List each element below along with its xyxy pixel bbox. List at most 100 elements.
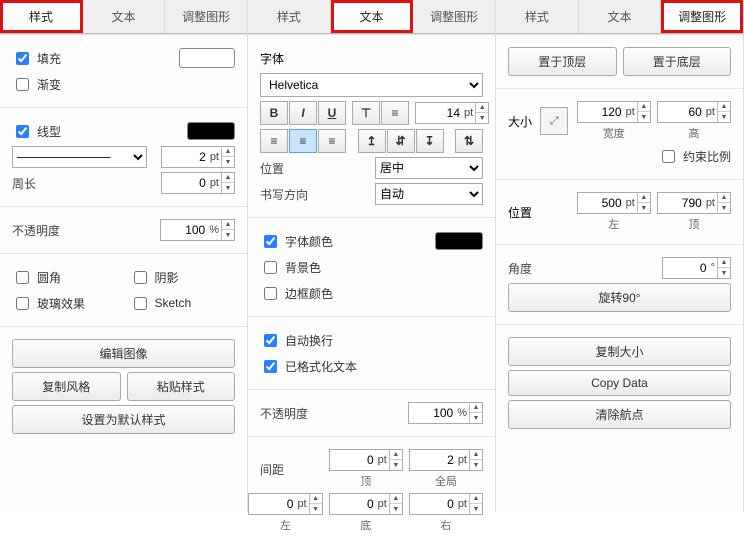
line-swatch[interactable] bbox=[187, 122, 235, 140]
position-label: 位置 bbox=[260, 160, 369, 177]
wrap-checkbox[interactable] bbox=[264, 334, 277, 347]
clear-waypoints-button[interactable]: 清除航点 bbox=[508, 400, 731, 429]
perimeter-stepper[interactable]: pt ▲▼ bbox=[161, 172, 235, 194]
set-default-button[interactable]: 设置为默认样式 bbox=[12, 405, 235, 434]
sp-top-input[interactable] bbox=[330, 450, 376, 470]
writing-select[interactable]: 自动 bbox=[375, 183, 483, 205]
glass-label: 玻璃效果 bbox=[37, 295, 85, 312]
constrain-label: 约束比例 bbox=[683, 148, 731, 165]
sketch-checkbox[interactable] bbox=[134, 297, 147, 310]
font-select[interactable]: Helvetica bbox=[260, 73, 483, 97]
bold-button[interactable]: B bbox=[260, 101, 288, 125]
line-width-stepper[interactable]: pt ▲▼ bbox=[161, 146, 235, 168]
underline-button[interactable]: U bbox=[318, 101, 346, 125]
width-input[interactable] bbox=[578, 102, 624, 122]
tab-text-2[interactable]: 文本 bbox=[331, 0, 414, 33]
pos-label: 位置 bbox=[508, 204, 532, 221]
line-checkbox[interactable] bbox=[16, 125, 29, 138]
valign-top-button[interactable]: ⊤ bbox=[352, 101, 380, 125]
constrain-checkbox[interactable] bbox=[662, 150, 675, 163]
shadow-checkbox[interactable] bbox=[134, 271, 147, 284]
edit-image-button[interactable]: 编辑图像 bbox=[12, 339, 235, 368]
size-label: 大小 bbox=[508, 113, 532, 130]
autosize-icon[interactable]: ⤢ bbox=[540, 107, 568, 135]
tabs-3: 样式 文本 调整图形 bbox=[496, 0, 743, 34]
tab-style-3[interactable]: 样式 bbox=[496, 0, 579, 33]
fontcolor-label: 字体颜色 bbox=[285, 233, 333, 250]
step-down-icon[interactable]: ▼ bbox=[222, 157, 234, 167]
opacity1-input[interactable] bbox=[161, 220, 207, 240]
valign-mid-button[interactable]: ≡ bbox=[381, 101, 409, 125]
sp-right-input[interactable] bbox=[410, 494, 456, 514]
tabs-1: 样式 文本 调整图形 bbox=[0, 0, 247, 34]
align-right-button[interactable]: ≡ bbox=[318, 129, 346, 153]
to-back-button[interactable]: 置于底层 bbox=[623, 47, 732, 76]
arrange-panel: 样式 文本 调整图形 置于顶层 置于底层 大小 ⤢ pt▲▼ 宽度 pt▲▼ 高 bbox=[496, 0, 744, 512]
tab-arrange-2[interactable]: 调整图形 bbox=[413, 0, 495, 33]
opacity1-stepper[interactable]: % ▲▼ bbox=[160, 219, 235, 241]
line-style-select[interactable]: ─────────── bbox=[12, 146, 147, 168]
rounded-checkbox[interactable] bbox=[16, 271, 29, 284]
position-select[interactable]: 居中 bbox=[375, 157, 483, 179]
style-panel: 样式 文本 调整图形 填充 渐变 线型 ─────────── pt ▲▼ 周长… bbox=[0, 0, 248, 512]
text-top-button[interactable]: ↥ bbox=[358, 129, 386, 153]
formatted-label: 已格式化文本 bbox=[285, 358, 357, 375]
left-input[interactable] bbox=[578, 193, 624, 213]
line-width-input[interactable] bbox=[162, 147, 208, 167]
line-label: 线型 bbox=[37, 123, 61, 140]
opacity2-stepper[interactable]: % ▲▼ bbox=[408, 402, 483, 424]
opacity2-label: 不透明度 bbox=[260, 405, 402, 422]
copy-size-button[interactable]: 复制大小 bbox=[508, 337, 731, 366]
rotate90-button[interactable]: 旋转90° bbox=[508, 283, 731, 312]
tab-style[interactable]: 样式 bbox=[0, 0, 83, 33]
glass-checkbox[interactable] bbox=[16, 297, 29, 310]
tab-text[interactable]: 文本 bbox=[83, 0, 166, 33]
paste-style-button[interactable]: 粘贴样式 bbox=[127, 372, 236, 401]
writing-label: 书写方向 bbox=[260, 186, 369, 203]
gradient-checkbox[interactable] bbox=[16, 78, 29, 91]
tabs-2: 样式 文本 调整图形 bbox=[248, 0, 495, 34]
angle-label: 角度 bbox=[508, 260, 656, 277]
sp-global-input[interactable] bbox=[410, 450, 456, 470]
bordercolor-checkbox[interactable] bbox=[264, 287, 277, 300]
fontcolor-checkbox[interactable] bbox=[264, 235, 277, 248]
top-input[interactable] bbox=[658, 193, 704, 213]
height-input[interactable] bbox=[658, 102, 704, 122]
sp-bottom-input[interactable] bbox=[330, 494, 376, 514]
sp-left-input[interactable] bbox=[249, 494, 295, 514]
angle-stepper[interactable]: ° ▲▼ bbox=[662, 257, 731, 279]
angle-input[interactable] bbox=[663, 258, 709, 278]
perimeter-input[interactable] bbox=[162, 173, 208, 193]
bordercolor-label: 边框颜色 bbox=[285, 285, 333, 302]
fontcolor-swatch[interactable] bbox=[435, 232, 483, 250]
shadow-label: 阴影 bbox=[155, 269, 179, 286]
text-mid-button[interactable]: ⇵ bbox=[387, 129, 415, 153]
align-center-button[interactable]: ≡ bbox=[289, 129, 317, 153]
copy-style-button[interactable]: 复制风格 bbox=[12, 372, 121, 401]
bgcolor-label: 背景色 bbox=[285, 259, 321, 276]
spacing-label: 间距 bbox=[260, 461, 323, 478]
vertical-text-button[interactable]: ⇅ bbox=[455, 129, 483, 153]
perimeter-label: 周长 bbox=[12, 175, 155, 192]
opacity2-input[interactable] bbox=[409, 403, 455, 423]
font-label: 字体 bbox=[260, 50, 284, 67]
italic-button[interactable]: I bbox=[289, 101, 317, 125]
tab-arrange[interactable]: 调整图形 bbox=[165, 0, 247, 33]
fill-swatch[interactable] bbox=[179, 48, 235, 68]
copy-data-button[interactable]: Copy Data bbox=[508, 370, 731, 396]
bgcolor-checkbox[interactable] bbox=[264, 261, 277, 274]
tab-style-2[interactable]: 样式 bbox=[248, 0, 331, 33]
to-front-button[interactable]: 置于顶层 bbox=[508, 47, 617, 76]
tab-text-3[interactable]: 文本 bbox=[579, 0, 662, 33]
fill-checkbox[interactable] bbox=[16, 52, 29, 65]
text-bot-button[interactable]: ↧ bbox=[416, 129, 444, 153]
align-left-button[interactable]: ≡ bbox=[260, 129, 288, 153]
step-up-icon[interactable]: ▲ bbox=[222, 147, 234, 157]
wrap-label: 自动换行 bbox=[285, 332, 333, 349]
formatted-checkbox[interactable] bbox=[264, 360, 277, 373]
tab-arrange-3[interactable]: 调整图形 bbox=[661, 0, 743, 33]
fontsize-stepper[interactable]: pt ▲▼ bbox=[415, 102, 489, 124]
fontsize-input[interactable] bbox=[416, 103, 462, 123]
gradient-label: 渐变 bbox=[37, 76, 61, 93]
sketch-label: Sketch bbox=[155, 296, 192, 310]
